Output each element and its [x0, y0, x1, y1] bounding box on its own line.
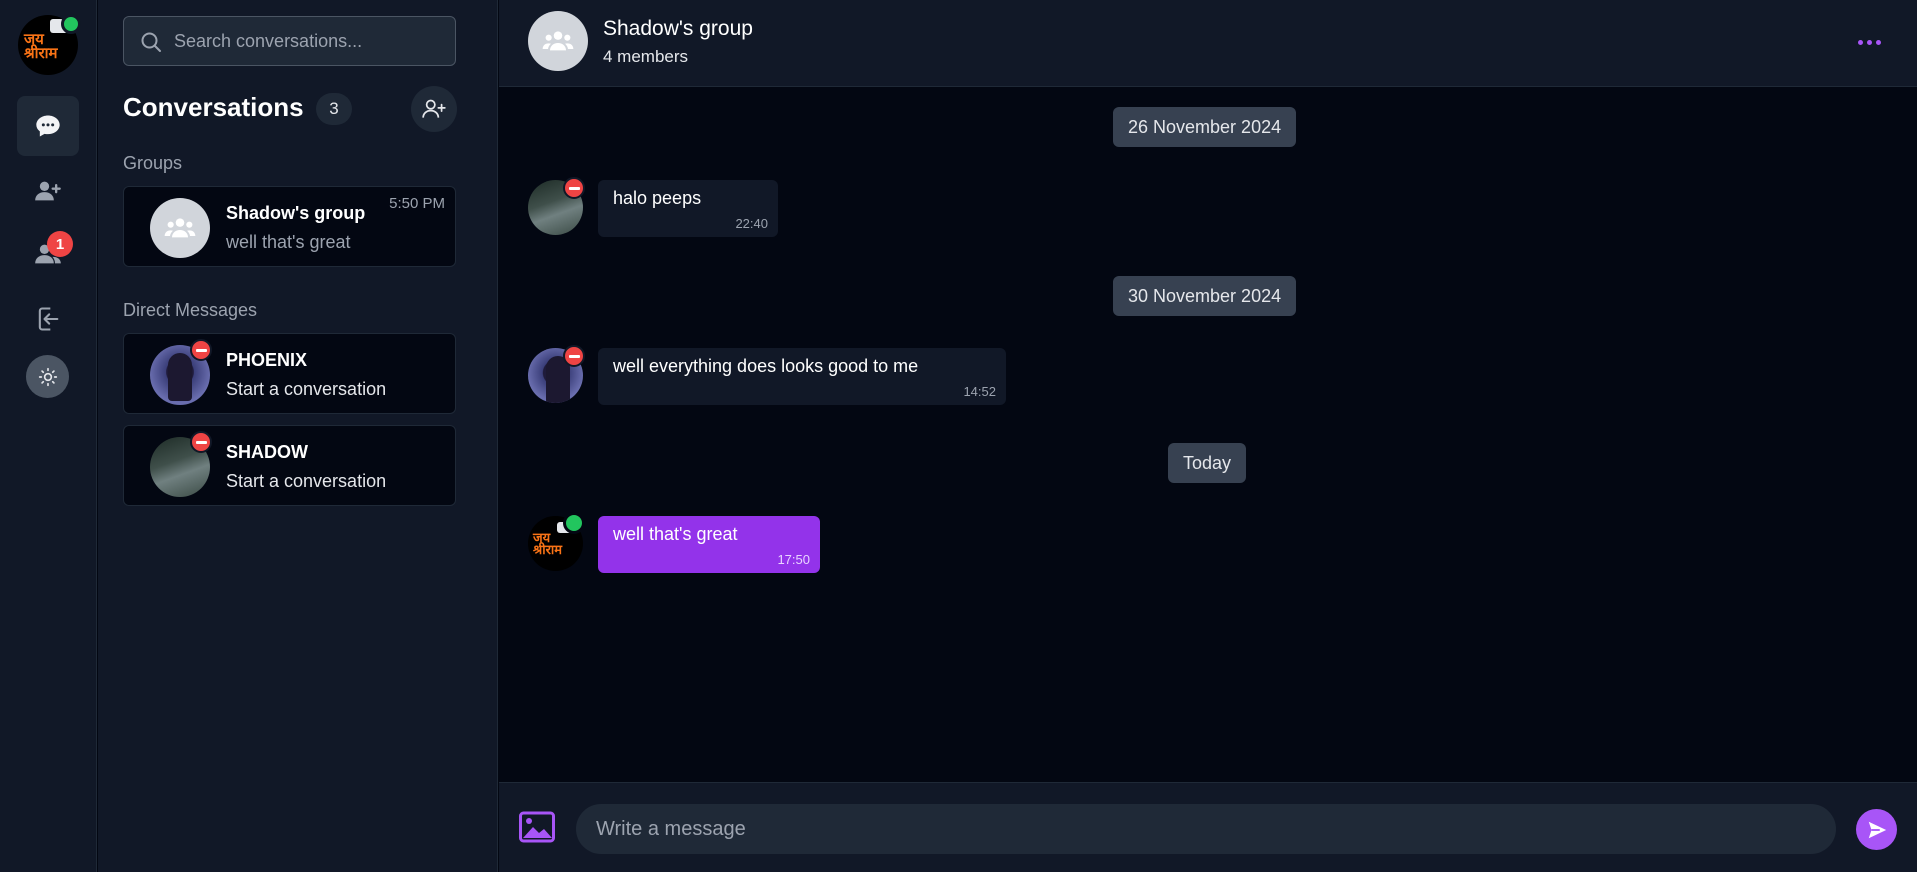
message-bubble-own: well that's great 17:50 [598, 516, 820, 573]
user-logo-line2: श्रीराम [533, 542, 563, 557]
search-icon [141, 32, 161, 52]
more-dot [1875, 39, 1881, 45]
group-icon [164, 218, 196, 238]
busy-status-icon [563, 345, 585, 367]
user-logo: जय श्रीराम [533, 531, 563, 557]
busy-status-icon [190, 339, 212, 361]
add-friend-icon [35, 181, 61, 201]
search-input[interactable] [174, 17, 444, 65]
direct-conversation-item[interactable]: PHOENIX Start a conversation [123, 333, 456, 414]
message-composer [499, 782, 1917, 872]
more-dot [1857, 39, 1863, 45]
message-list: 26 November 2024 halo peeps 22:40 30 Nov… [499, 88, 1917, 782]
chat-group-avatar[interactable] [528, 11, 588, 71]
user-logo: जय श्रीराम [24, 32, 58, 62]
chat-header: Shadow's group 4 members [499, 0, 1917, 87]
conversation-subtitle: Start a conversation [226, 379, 387, 399]
friend-requests-badge: 1 [47, 231, 73, 257]
date-separator: Today [1168, 443, 1247, 483]
direct-messages-label: Direct Messages [123, 300, 258, 320]
online-status-dot [61, 14, 81, 34]
online-status-dot [563, 512, 585, 534]
conversations-panel: Conversations 3 Groups Shadow's group we… [98, 0, 498, 872]
logout-icon [38, 307, 59, 331]
conversation-name: SHADOW [226, 442, 308, 462]
message-bubble: halo peeps 22:40 [598, 180, 778, 237]
busy-status-icon [563, 177, 585, 199]
add-user-icon [422, 99, 446, 118]
conversations-count-badge: 3 [316, 93, 352, 125]
last-message-preview: well that's great [226, 232, 351, 252]
last-message-time: 5:50 PM [389, 195, 445, 212]
member-count: 4 members [603, 47, 689, 66]
message-time: 17:50 [777, 552, 810, 567]
friends-nav-button[interactable] [17, 224, 79, 284]
message-bubble: well everything does looks good to me 14… [598, 348, 1006, 405]
send-icon [1868, 821, 1886, 838]
image-upload-icon[interactable] [519, 811, 555, 843]
message-time: 22:40 [735, 216, 768, 231]
chats-nav-button[interactable] [17, 96, 79, 156]
new-group-button[interactable] [411, 86, 457, 132]
message-time: 14:52 [963, 384, 996, 399]
date-separator: 26 November 2024 [1113, 107, 1297, 147]
busy-status-icon [190, 431, 212, 453]
more-dot [1866, 39, 1872, 45]
group-icon [542, 31, 574, 51]
message-text: halo peeps [613, 188, 702, 208]
message-input[interactable] [576, 804, 1836, 854]
message-text: well everything does looks good to me [613, 356, 919, 376]
date-separator: 30 November 2024 [1113, 276, 1297, 316]
user-logo-line2: श्रीराम [24, 45, 58, 62]
logout-nav-button[interactable] [17, 289, 79, 349]
add-friend-nav-button[interactable] [17, 161, 79, 221]
theme-toggle-button[interactable] [26, 355, 69, 398]
message-text: well that's great [613, 524, 738, 544]
chat-icon [36, 115, 60, 137]
nav-rail: जय श्रीराम 1 [0, 0, 97, 872]
direct-conversation-item[interactable]: SHADOW Start a conversation [123, 425, 456, 506]
more-options-button[interactable] [1849, 30, 1889, 54]
conversation-subtitle: Start a conversation [226, 471, 387, 491]
group-conversation-item[interactable]: Shadow's group well that's great 5:50 PM [123, 186, 456, 267]
conversations-title: Conversations [123, 92, 304, 122]
conversation-name: PHOENIX [226, 350, 308, 370]
group-avatar [150, 198, 210, 258]
chat-title: Shadow's group [603, 17, 753, 40]
groups-label: Groups [123, 153, 183, 173]
sun-icon [38, 367, 57, 386]
search-box [123, 16, 456, 66]
send-button[interactable] [1856, 809, 1897, 850]
conversation-name: Shadow's group [226, 203, 366, 223]
